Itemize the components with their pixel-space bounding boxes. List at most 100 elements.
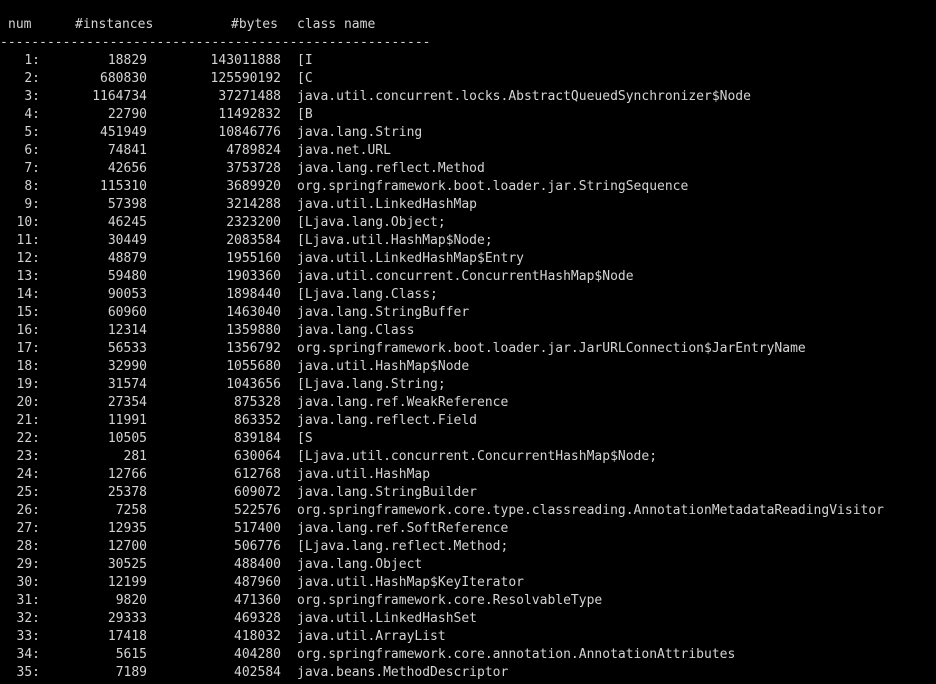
histogram-header: num #instances #bytes class name [0, 16, 936, 34]
row-instances: 7189 [115, 665, 147, 680]
row-num: 35: [16, 665, 40, 680]
table-row: 2: 680830 125590192 [C [0, 70, 936, 88]
row-bytes: 863352 [234, 413, 281, 428]
table-row: 10: 46245 2323200 [Ljava.lang.Object; [0, 214, 936, 232]
table-row: 24: 12766 612768 java.util.HashMap [0, 466, 936, 484]
row-instances: 12314 [107, 323, 147, 338]
table-row: 14: 90053 1898440 [Ljava.lang.Class; [0, 286, 936, 304]
table-row: 15: 60960 1463040 java.lang.StringBuffer [0, 304, 936, 322]
row-bytes: 630064 [234, 449, 281, 464]
row-class-name: org.springframework.boot.loader.jar.Stri… [297, 179, 689, 194]
table-row: 9: 57398 3214288 java.util.LinkedHashMap [0, 196, 936, 214]
row-instances: 10505 [107, 431, 147, 446]
row-instances: 27354 [107, 395, 147, 410]
row-num: 25: [16, 485, 40, 500]
row-class-name: org.springframework.core.annotation.Anno… [297, 647, 736, 662]
row-num: 9: [24, 197, 40, 212]
table-row: 28: 12700 506776 [Ljava.lang.reflect.Method… [0, 538, 936, 556]
row-num: 19: [16, 377, 40, 392]
row-instances: 59480 [107, 269, 147, 284]
row-instances: 451949 [100, 125, 147, 140]
row-instances: 31574 [107, 377, 147, 392]
row-instances: 22790 [107, 107, 147, 122]
row-instances: 5615 [115, 647, 147, 662]
row-bytes: 1356792 [226, 341, 281, 356]
row-class-name: java.lang.ref.SoftReference [297, 521, 509, 536]
row-instances: 60960 [107, 305, 147, 320]
table-row: 29: 30525 488400 java.lang.Object [0, 556, 936, 574]
row-instances: 9820 [115, 593, 147, 608]
table-row: 30: 12199 487960 java.util.HashMap$KeyItera… [0, 574, 936, 592]
row-num: 7: [24, 161, 40, 176]
row-instances: 680830 [100, 71, 147, 86]
row-class-name: java.lang.StringBuilder [297, 485, 478, 500]
row-class-name: java.lang.reflect.Method [297, 161, 485, 176]
table-row: 32: 29333 469328 java.util.LinkedHashSet [0, 610, 936, 628]
row-class-name: [Ljava.lang.String; [297, 377, 446, 392]
row-class-name: java.lang.StringBuffer [297, 305, 470, 320]
table-row: 25: 25378 609072 java.lang.StringBuilder [0, 484, 936, 502]
table-row: 1: 18829 143011888 [I [0, 52, 936, 70]
row-bytes: 839184 [234, 431, 281, 446]
row-num: 10: [16, 215, 40, 230]
row-bytes: 609072 [234, 485, 281, 500]
terminal-window: num #instances #bytes class name -------… [0, 0, 936, 684]
row-bytes: 522576 [234, 503, 281, 518]
row-class-name: java.lang.Object [297, 557, 423, 572]
row-class-name: java.util.ArrayList [297, 629, 446, 644]
row-num: 1: [24, 53, 40, 68]
row-bytes: 3689920 [226, 179, 281, 194]
table-row: 31: 9820 471360 org.springframework.core.Re… [0, 592, 936, 610]
row-instances: 32990 [107, 359, 147, 374]
row-num: 16: [16, 323, 40, 338]
table-row: 22: 10505 839184 [S [0, 430, 936, 448]
row-instances: 29333 [107, 611, 147, 626]
row-class-name: java.util.HashMap [297, 467, 431, 482]
table-row: 35: 7189 402584 java.beans.MethodDescriptor [0, 664, 936, 682]
row-bytes: 10846776 [218, 125, 281, 140]
table-row: 7: 42656 3753728 java.lang.reflect.Method [0, 160, 936, 178]
row-class-name: [B [297, 107, 313, 122]
table-row: 18: 32990 1055680 java.util.HashMap$Node [0, 358, 936, 376]
row-class-name: java.util.HashMap$Node [297, 359, 470, 374]
row-class-name: java.util.concurrent.locks.AbstractQueue… [297, 89, 751, 104]
header-separator: ----------------------------------------… [0, 35, 431, 50]
row-num: 22: [16, 431, 40, 446]
row-class-name: org.springframework.boot.loader.jar.JarU… [297, 341, 806, 356]
header-class-name: class name [297, 17, 376, 32]
table-row: 8: 115310 3689920 org.springframework.boot.… [0, 178, 936, 196]
row-instances: 56533 [107, 341, 147, 356]
row-bytes: 1898440 [226, 287, 281, 302]
row-instances: 57398 [107, 197, 147, 212]
table-row: 17: 56533 1356792 org.springframework.boot.… [0, 340, 936, 358]
row-class-name: [Ljava.lang.reflect.Method; [297, 539, 509, 554]
row-bytes: 1359880 [226, 323, 281, 338]
row-num: 17: [16, 341, 40, 356]
row-instances: 7258 [115, 503, 147, 518]
row-instances: 12935 [107, 521, 147, 536]
row-class-name: java.util.LinkedHashMap [297, 197, 478, 212]
row-num: 15: [16, 305, 40, 320]
row-bytes: 1463040 [226, 305, 281, 320]
row-num: 6: [24, 143, 40, 158]
row-num: 4: [24, 107, 40, 122]
table-row: 12: 48879 1955160 java.util.LinkedHashMap$E… [0, 250, 936, 268]
row-bytes: 1043656 [226, 377, 281, 392]
table-row: 23: 281 630064 [Ljava.util.concurrent.Concu… [0, 448, 936, 466]
table-row: 27: 12935 517400 java.lang.ref.SoftReferenc… [0, 520, 936, 538]
row-instances: 11991 [107, 413, 147, 428]
row-bytes: 875328 [234, 395, 281, 410]
row-instances: 30525 [107, 557, 147, 572]
row-num: 27: [16, 521, 40, 536]
row-class-name: java.util.concurrent.ConcurrentHashMap$N… [297, 269, 634, 284]
row-instances: 12766 [107, 467, 147, 482]
row-class-name: [Ljava.util.concurrent.ConcurrentHashMap… [297, 449, 658, 464]
row-class-name: [Ljava.util.HashMap$Node; [297, 233, 493, 248]
table-row: 5: 451949 10846776 java.lang.String [0, 124, 936, 142]
row-bytes: 143011888 [210, 53, 281, 68]
row-bytes: 487960 [234, 575, 281, 590]
row-bytes: 402584 [234, 665, 281, 680]
row-instances: 12199 [107, 575, 147, 590]
row-bytes: 11492832 [218, 107, 281, 122]
row-class-name: java.util.HashMap$KeyIterator [297, 575, 524, 590]
